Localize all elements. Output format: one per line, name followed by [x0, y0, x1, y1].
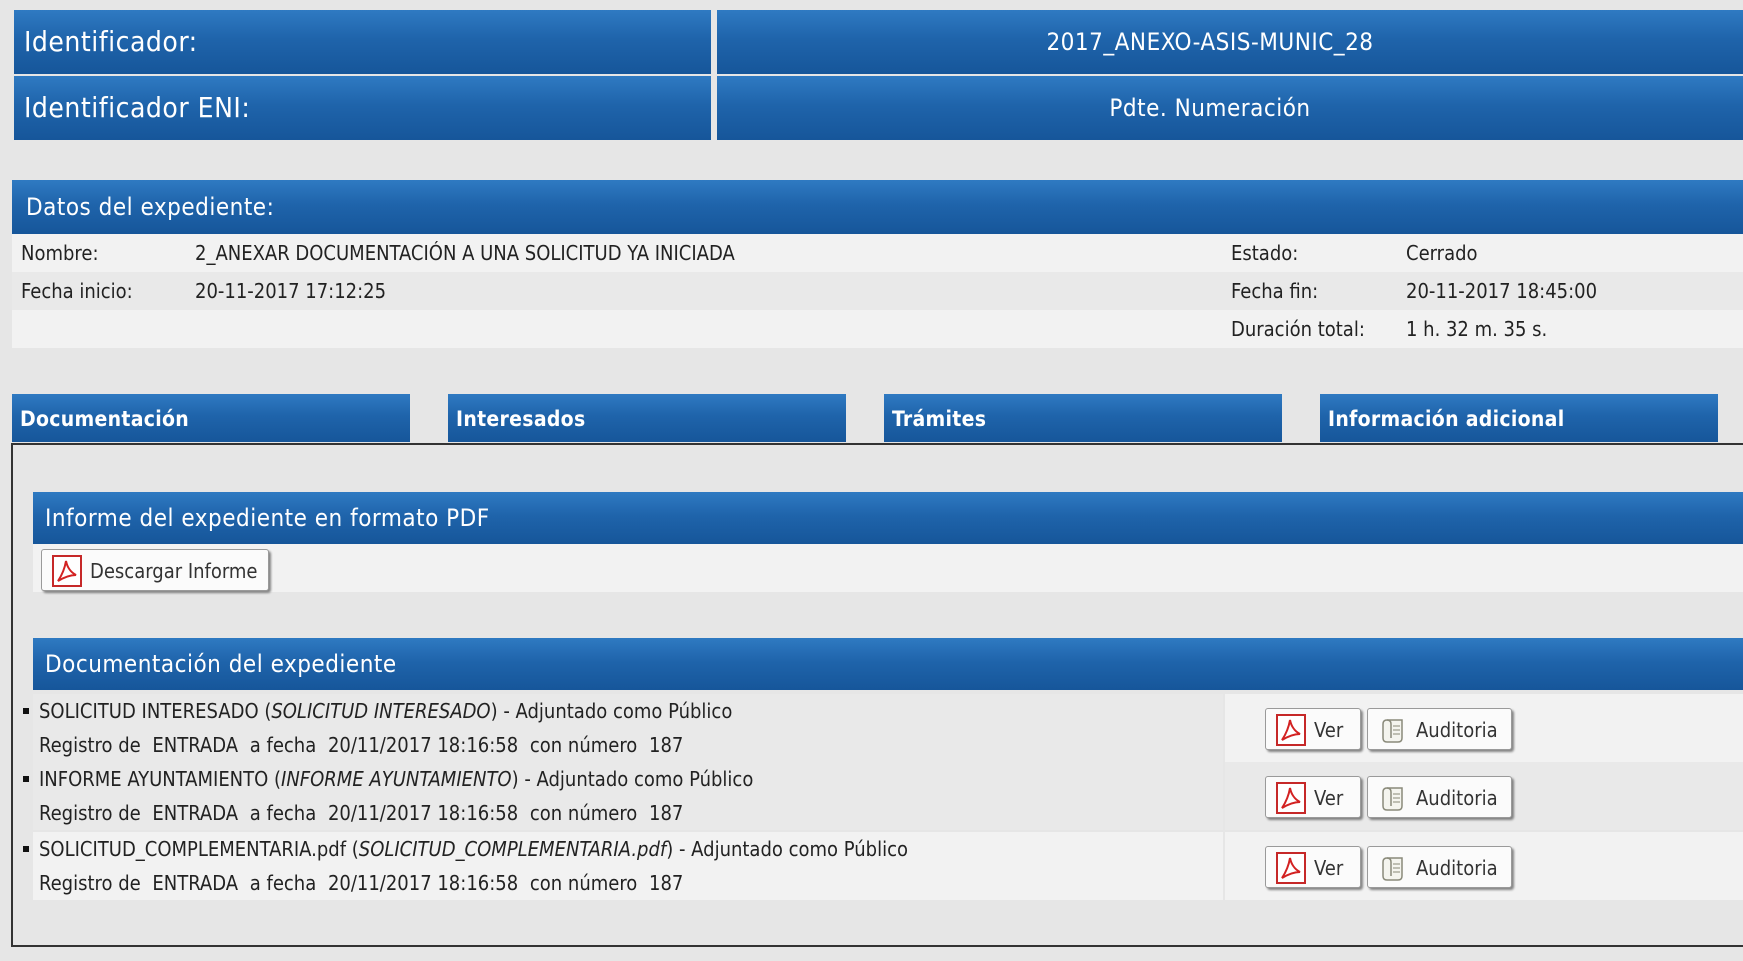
doc-name: SOLICITUD INTERESADO [39, 699, 259, 723]
ver-button[interactable]: Ver [1265, 708, 1361, 750]
identificador-eni-label: Identificador ENI: [14, 76, 711, 140]
fecha-inicio-label: Fecha inicio: [21, 279, 133, 303]
auditoria-button[interactable]: Auditoria [1367, 708, 1512, 750]
list-item: INFORME AYUNTAMIENTO (INFORME AYUNTAMIEN… [23, 762, 1743, 830]
duracion-value: 1 h. 32 m. 35 s. [1406, 317, 1548, 341]
identificador-eni-row: Identificador ENI: Pdte. Numeración [14, 76, 1743, 140]
doc-numero: 187 [649, 801, 684, 825]
doc-type: SOLICITUD INTERESADO [271, 699, 491, 723]
list-item: SOLICITUD INTERESADO (SOLICITUD INTERESA… [23, 694, 1743, 762]
tab-tramites[interactable]: Trámites [884, 394, 1282, 442]
descargar-informe-button[interactable]: Descargar Informe [41, 549, 269, 591]
informe-header: Informe del expediente en formato PDF [33, 492, 1743, 544]
doc-name: SOLICITUD_COMPLEMENTARIA.pdf [39, 837, 347, 861]
doc-suffix: - Adjuntado como Público [673, 837, 908, 861]
doc-type: SOLICITUD_COMPLEMENTARIA.pdf [358, 837, 667, 861]
doc-type: INFORME AYUNTAMIENTO [281, 767, 512, 791]
auditoria-button[interactable]: Auditoria [1367, 846, 1512, 888]
fecha-inicio-value: 20-11-2017 17:12:25 [195, 279, 387, 303]
tab-documentacion[interactable]: Documentación [12, 394, 410, 442]
ver-button[interactable]: Ver [1265, 776, 1361, 818]
tab-informacion-adicional[interactable]: Información adicional [1320, 394, 1718, 442]
doc-registro-tipo: ENTRADA [152, 871, 239, 895]
informe-body [33, 544, 1743, 592]
datos-header: Datos del expediente: [12, 180, 1743, 234]
fecha-fin-label: Fecha fin: [1231, 279, 1319, 303]
nombre-label: Nombre: [21, 241, 99, 265]
identificador-row: Identificador: 2017_ANEXO-ASIS-MUNIC_28 [14, 10, 1743, 74]
datos-row-nombre: Nombre: 2_ANEXAR DOCUMENTACIÓN A UNA SOL… [12, 234, 1743, 272]
auditoria-button[interactable]: Auditoria [1367, 776, 1512, 818]
documentacion-list: SOLICITUD INTERESADO (SOLICITUD INTERESA… [23, 694, 1743, 902]
list-item: SOLICITUD_COMPLEMENTARIA.pdf (SOLICITUD_… [23, 832, 1743, 900]
doc-numero: 187 [649, 871, 684, 895]
datos-row-fechas: Fecha inicio: 20-11-2017 17:12:25 Fecha … [12, 272, 1743, 310]
datos-table: Nombre: 2_ANEXAR DOCUMENTACIÓN A UNA SOL… [12, 234, 1743, 348]
doc-suffix: - Adjuntado como Público [518, 767, 754, 791]
doc-name: INFORME AYUNTAMIENTO [39, 767, 269, 791]
ver-button[interactable]: Ver [1265, 846, 1361, 888]
doc-registro-tipo: ENTRADA [152, 801, 239, 825]
descargar-informe-label: Descargar Informe [90, 559, 258, 583]
doc-suffix: - Adjuntado como Público [497, 699, 733, 723]
doc-registro-tipo: ENTRADA [152, 733, 239, 757]
estado-label: Estado: [1231, 241, 1299, 265]
tab-interesados[interactable]: Interesados [448, 394, 846, 442]
estado-value: Cerrado [1406, 241, 1478, 265]
duracion-label: Duración total: [1231, 317, 1365, 341]
identificador-label: Identificador: [14, 10, 711, 74]
fecha-fin-value: 20-11-2017 18:45:00 [1406, 279, 1598, 303]
datos-row-duracion: Duración total: 1 h. 32 m. 35 s. [12, 310, 1743, 348]
identificador-value: 2017_ANEXO-ASIS-MUNIC_28 [717, 10, 1743, 74]
documentacion-header: Documentación del expediente [33, 638, 1743, 690]
identificador-eni-value: Pdte. Numeración [717, 76, 1743, 140]
doc-fecha: 20/11/2017 18:16:58 [327, 733, 519, 757]
doc-fecha: 20/11/2017 18:16:58 [327, 801, 519, 825]
nombre-value: 2_ANEXAR DOCUMENTACIÓN A UNA SOLICITUD Y… [195, 241, 735, 265]
doc-numero: 187 [649, 733, 684, 757]
doc-fecha: 20/11/2017 18:16:58 [327, 871, 519, 895]
